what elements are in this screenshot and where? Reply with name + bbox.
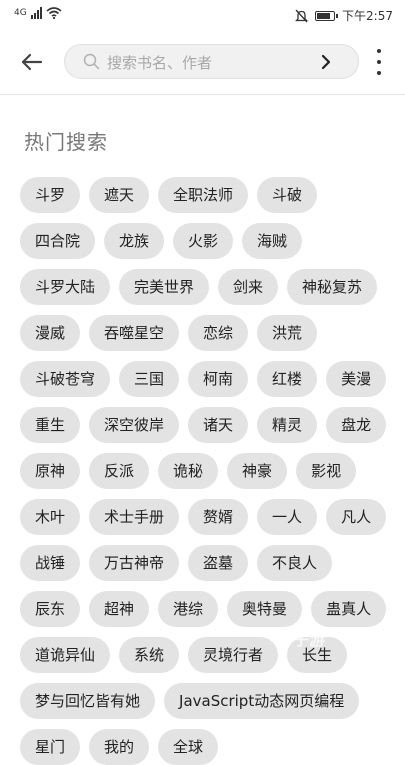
hot-search-tag[interactable]: 斗破苍穹 <box>20 361 111 397</box>
hot-search-tag[interactable]: 超神 <box>89 591 150 627</box>
hot-search-tag[interactable]: 梦与回忆皆有她 <box>20 683 156 719</box>
hot-search-tag[interactable]: 三国 <box>119 361 180 397</box>
hot-search-tag[interactable]: 反派 <box>89 453 150 489</box>
hot-search-tag[interactable]: 赘婿 <box>188 499 249 535</box>
hot-search-tag[interactable]: 洪荒 <box>257 315 318 351</box>
watermark: 7子游 <box>282 630 326 649</box>
hot-search-tag[interactable]: 吞噬星空 <box>89 315 180 351</box>
hot-search-tag[interactable]: 剑来 <box>218 269 279 305</box>
hot-search-tag[interactable]: 神秘复苏 <box>287 269 378 305</box>
hot-search-tag[interactable]: 凡人 <box>326 499 387 535</box>
hot-search-tag[interactable]: 灵境行者 <box>188 637 279 673</box>
hot-search-tag[interactable]: 原神 <box>20 453 81 489</box>
hot-search-tag[interactable]: 四合院 <box>20 223 96 259</box>
hot-search-tag[interactable]: 重生 <box>20 407 81 443</box>
battery-icon <box>315 10 339 21</box>
hot-search-tag[interactable]: 奥特曼 <box>227 591 303 627</box>
hot-search-tag[interactable]: 柯南 <box>188 361 249 397</box>
hot-search-tag[interactable]: 斗破 <box>257 177 318 213</box>
hot-search-tag[interactable]: 斗罗 <box>20 177 81 213</box>
section-title-hot-search: 热门搜索 <box>24 130 108 154</box>
more-dot-icon <box>377 60 381 64</box>
hot-search-tag[interactable]: 神豪 <box>227 453 288 489</box>
hot-search-tag[interactable]: 漫威 <box>20 315 81 351</box>
hot-tags-container: 斗罗 遮天 全职法师 斗破四合院 龙族 火影 海贼斗罗大陆 完美世界 剑来 神秘复苏漫威 吞噬星空恋… <box>20 177 395 765</box>
hot-search-tag[interactable]: 一人 <box>257 499 318 535</box>
hot-search-tag[interactable]: 盗墓 <box>188 545 249 581</box>
status-right: 下午2:57 <box>295 7 393 24</box>
status-bar: 4G 下午2:57 <box>0 0 405 30</box>
signal-icon <box>30 7 42 19</box>
hot-search-tag[interactable]: 术士手册 <box>89 499 180 535</box>
hot-search-tag[interactable]: 蛊真人 <box>311 591 387 627</box>
hot-search-tag[interactable]: 辰东 <box>20 591 81 627</box>
back-button[interactable] <box>18 48 46 76</box>
hot-search-tag[interactable]: 海贼 <box>242 223 303 259</box>
search-input[interactable] <box>105 50 309 76</box>
hot-search-tag[interactable]: 诸天 <box>188 407 249 443</box>
network-type-label: 4G <box>14 8 27 18</box>
search-toolbar <box>0 30 405 92</box>
toolbar-divider <box>0 94 405 95</box>
hot-search-tag[interactable]: 全球 <box>158 729 219 765</box>
more-dot-icon <box>377 71 381 75</box>
hot-search-tag[interactable]: JavaScript动态网页编程 <box>164 683 360 719</box>
hot-search-tag[interactable]: 完美世界 <box>119 269 210 305</box>
back-arrow-icon <box>21 53 43 71</box>
hot-search-tag[interactable]: 龙族 <box>104 223 165 259</box>
hot-search-tag[interactable]: 万古神帝 <box>89 545 180 581</box>
mute-bell-icon <box>295 9 309 22</box>
hot-search-tag[interactable]: 深空彼岸 <box>89 407 180 443</box>
hot-search-tag[interactable]: 系统 <box>119 637 180 673</box>
chevron-right-icon[interactable] <box>320 54 332 70</box>
hot-search-tag[interactable]: 美漫 <box>326 361 387 397</box>
hot-search-tag[interactable]: 精灵 <box>257 407 318 443</box>
hot-search-tag[interactable]: 我的 <box>89 729 150 765</box>
more-dot-icon <box>377 49 381 53</box>
hot-search-tag[interactable]: 斗罗大陆 <box>20 269 111 305</box>
hot-search-tag[interactable]: 遮天 <box>89 177 150 213</box>
more-options-button[interactable] <box>371 49 387 75</box>
hot-search-tag[interactable]: 道诡异仙 <box>20 637 111 673</box>
hot-search-tag[interactable]: 星门 <box>20 729 81 765</box>
hot-search-tag[interactable]: 战锤 <box>20 545 81 581</box>
hot-search-tag[interactable]: 木叶 <box>20 499 81 535</box>
hot-search-tag[interactable]: 全职法师 <box>158 177 249 213</box>
hot-search-tag[interactable]: 不良人 <box>257 545 333 581</box>
status-left: 4G <box>14 7 62 19</box>
hot-search-tag[interactable]: 红楼 <box>257 361 318 397</box>
hot-search-tag[interactable]: 影视 <box>296 453 357 489</box>
hot-search-tag[interactable]: 盘龙 <box>326 407 387 443</box>
hot-search-tag[interactable]: 火影 <box>173 223 234 259</box>
hot-search-tag[interactable]: 诡秘 <box>158 453 219 489</box>
hot-search-tag[interactable]: 港综 <box>158 591 219 627</box>
wifi-icon <box>46 7 62 19</box>
hot-search-tag[interactable]: 恋综 <box>188 315 249 351</box>
search-icon <box>83 53 100 70</box>
search-box <box>64 44 359 79</box>
status-time: 下午2:57 <box>342 9 393 23</box>
